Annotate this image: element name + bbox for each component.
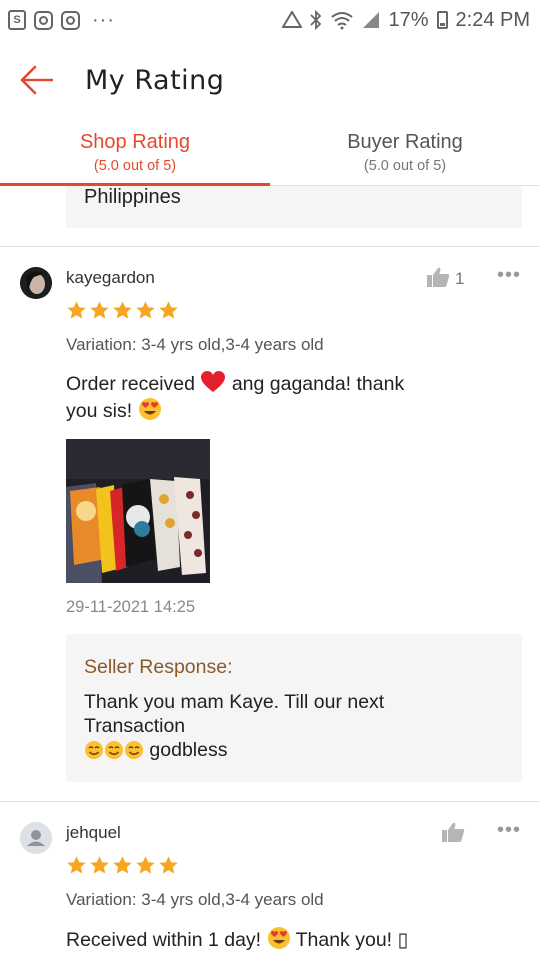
star-rating — [66, 300, 179, 321]
heart-eyes-emoji-icon — [138, 398, 161, 420]
more-options-icon[interactable]: ••• — [497, 819, 521, 842]
battery-percent: 17% — [388, 8, 429, 31]
clock: 2:24 PM — [455, 8, 530, 31]
status-right: 17% 2:24 PM — [282, 9, 530, 32]
avatar[interactable] — [20, 267, 52, 299]
instagram-notification-icon-2 — [61, 10, 80, 30]
previous-seller-response: Philippines — [66, 186, 522, 228]
star-icon — [67, 301, 86, 319]
star-icon — [113, 301, 132, 319]
seller-response-title: Seller Response: — [84, 656, 233, 678]
smiling-emoji-icon — [85, 741, 103, 759]
star-icon — [67, 856, 86, 874]
star-icon — [113, 856, 132, 874]
status-bar: S ··· 17% 2:24 PM — [0, 0, 540, 40]
previous-response-text: Philippines — [84, 186, 181, 208]
star-icon — [90, 301, 109, 319]
signal-icon — [362, 11, 380, 29]
like-count: 1 — [455, 269, 465, 288]
star-icon — [136, 301, 155, 319]
wifi-icon — [330, 10, 354, 30]
avatar[interactable] — [20, 822, 52, 854]
review-comment: Received within 1 day! Thank you! ▯ — [66, 926, 526, 953]
comment-text: Thank you! ▯ — [295, 929, 409, 951]
divider — [0, 801, 540, 802]
app-header: My Rating — [0, 40, 540, 120]
data-saver-icon — [282, 11, 303, 29]
avatar-photo — [20, 267, 52, 299]
star-icon — [159, 301, 178, 319]
red-heart-icon — [201, 371, 226, 392]
back-arrow-icon — [20, 65, 53, 95]
heart-eyes-emoji-icon — [267, 927, 290, 949]
back-button[interactable] — [1, 45, 71, 115]
tab-label: Shop Rating — [79, 131, 191, 153]
tab-shop-rating[interactable]: Shop Rating (5.0 out of 5) — [0, 122, 270, 186]
seller-response-line: Transaction — [84, 715, 186, 737]
comment-text: you sis! — [66, 400, 133, 422]
seller-response: Seller Response: Thank you mam Kaye. Til… — [66, 634, 522, 782]
tab-score: (5.0 out of 5) — [93, 158, 177, 174]
divider — [0, 246, 540, 247]
review-comment: Order received ang gaganda! thank you si… — [66, 370, 446, 424]
clothes-photo — [66, 439, 210, 583]
bluetooth-icon — [310, 10, 322, 30]
tab-label: Buyer Rating — [347, 131, 463, 153]
tab-score: (5.0 out of 5) — [363, 158, 447, 174]
comment-text: Received within 1 day! — [66, 929, 262, 951]
star-icon — [90, 856, 109, 874]
review-username: kayegardon — [66, 268, 155, 287]
smiling-emoji-icon — [105, 741, 123, 759]
default-avatar-icon — [20, 822, 52, 854]
star-icon — [136, 856, 155, 874]
like-icon[interactable] — [426, 266, 450, 288]
like-icon[interactable] — [441, 821, 465, 843]
review-username: jehquel — [66, 823, 121, 842]
tab-buyer-rating[interactable]: Buyer Rating (5.0 out of 5) — [270, 122, 540, 185]
instagram-notification-icon — [34, 10, 53, 30]
more-notifications-icon: ··· — [92, 8, 115, 31]
seller-response-line: godbless — [149, 739, 228, 761]
rating-tabs: Shop Rating (5.0 out of 5) Buyer Rating … — [0, 122, 540, 186]
review-photo[interactable] — [66, 439, 210, 583]
page-title: My Rating — [85, 64, 225, 96]
seller-response-line: Thank you mam Kaye. Till our next — [84, 691, 385, 713]
comment-text: Order received — [66, 373, 195, 395]
battery-icon — [436, 11, 448, 29]
shop-notification-icon: S — [8, 10, 26, 30]
status-left: S ··· — [8, 9, 115, 32]
more-options-icon[interactable]: ••• — [497, 264, 521, 287]
comment-text: ang gaganda! thank — [231, 373, 405, 395]
seller-response-text: Thank you mam Kaye. Till our next Transa… — [84, 690, 504, 762]
review-variation: Variation: 3-4 yrs old,3-4 years old — [66, 890, 324, 909]
review-date: 29-11-2021 14:25 — [66, 598, 196, 616]
star-icon — [159, 856, 178, 874]
review-variation: Variation: 3-4 yrs old,3-4 years old — [66, 335, 324, 354]
star-rating — [66, 855, 179, 876]
smiling-emoji-icon — [125, 741, 143, 759]
